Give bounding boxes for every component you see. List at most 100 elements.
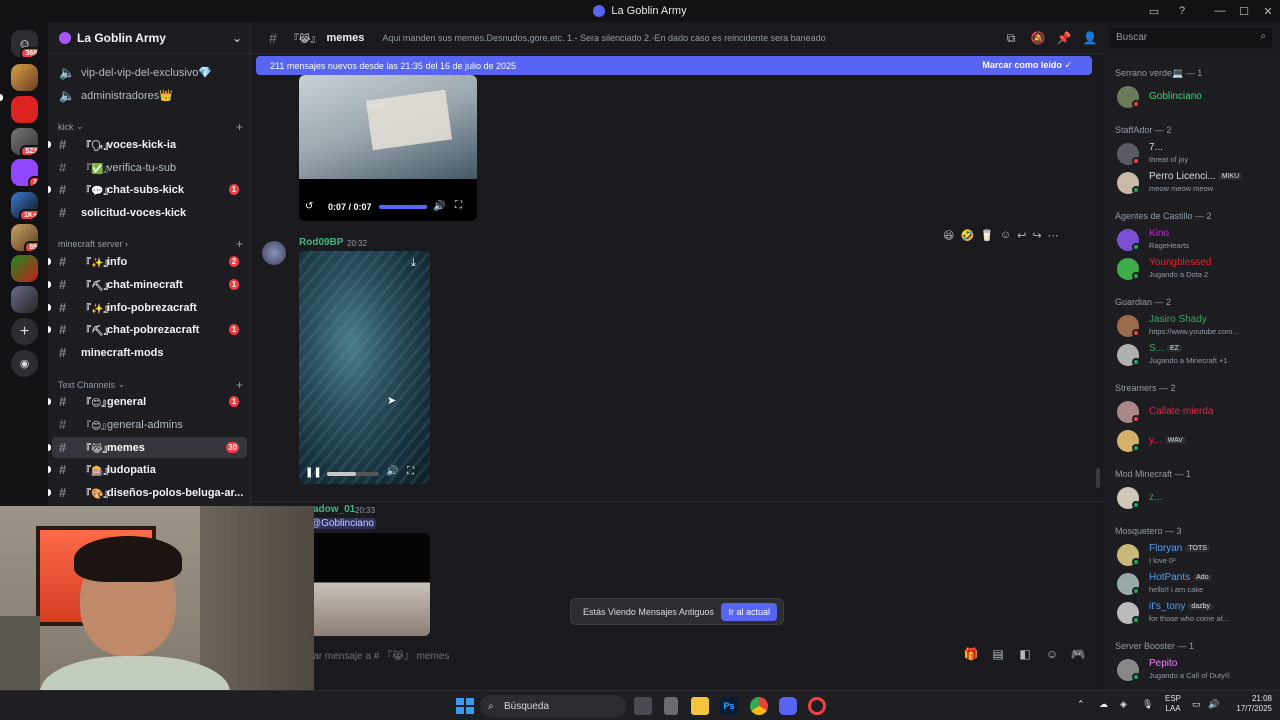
jump-to-present-button[interactable]: Ir al actual xyxy=(721,603,777,621)
volume-icon[interactable]: 🔊 xyxy=(386,466,398,477)
server-icon[interactable] xyxy=(11,96,38,123)
gift-icon[interactable]: 🎁 xyxy=(963,646,979,662)
search-input[interactable]: Buscar ⌕ xyxy=(1110,28,1272,48)
pin-icon[interactable]: 📌 xyxy=(1056,30,1072,46)
channel-general-admins[interactable]: # 『😊』 general-admins xyxy=(48,414,251,435)
channel-solicitud-voces-kick[interactable]: # solicitud-voces-kick xyxy=(48,202,251,223)
member-item[interactable]: Youngblessed Jugando a Dota 2 xyxy=(1117,256,1277,282)
discord-taskbar-icon[interactable] xyxy=(779,697,797,715)
microphone-icon[interactable]: 🎙 xyxy=(1142,699,1153,710)
help-icon[interactable]: ? xyxy=(1170,0,1194,22)
guild-header[interactable]: La Goblin Army ⌄ xyxy=(48,22,250,54)
maximize-button[interactable]: ☐ xyxy=(1232,0,1256,22)
channel-verifica-tu-sub[interactable]: # 『✅』 verifica-tu-sub xyxy=(48,157,251,178)
network-icon[interactable]: ▭ xyxy=(1192,699,1201,710)
member-item[interactable]: z... xyxy=(1117,485,1277,511)
category-text-channels[interactable]: Text Channels ⌄ + xyxy=(58,378,243,392)
more-icon[interactable]: ⋯ xyxy=(1048,229,1059,242)
server-icon[interactable] xyxy=(11,64,38,91)
clock[interactable]: 21:08 17/7/2025 xyxy=(1226,694,1272,714)
channel-disenos-polos[interactable]: # 『🎨』 diseños-polos-beluga-ar... xyxy=(48,482,251,503)
tray-app-icon[interactable]: ☁ xyxy=(1099,699,1108,710)
chevron-down-icon[interactable]: ⌄ xyxy=(232,31,242,45)
scrollbar-thumb[interactable] xyxy=(1096,468,1100,488)
member-item[interactable]: Pepito Jugando a Call of Duty® xyxy=(1117,657,1277,683)
minimize-button[interactable]: — xyxy=(1208,0,1232,22)
twitch-server-icon[interactable]: 3 xyxy=(11,159,38,186)
channel-ludopatia[interactable]: # 『🎰』 ludopatia xyxy=(48,459,251,480)
member-item[interactable]: Callate mierda xyxy=(1117,399,1277,425)
category-kick[interactable]: kick ⌄ + xyxy=(58,120,243,134)
member-item[interactable]: Perro Licenci... MIKU meow meow meow xyxy=(1117,170,1277,196)
task-view-icon[interactable] xyxy=(634,697,652,715)
reaction-laughing[interactable]: 😆 xyxy=(943,229,954,242)
reaction-rofl[interactable]: 🤣 xyxy=(960,229,974,242)
add-channel-icon[interactable]: + xyxy=(236,237,243,251)
server-icon[interactable] xyxy=(11,286,38,313)
channel-item[interactable]: 🔈 vip-del-vip-del-exclusivo💎 xyxy=(48,62,251,83)
member-item[interactable]: S... EZ Jugando a Minecraft +1 xyxy=(1117,342,1277,368)
member-item[interactable]: it's_tony dazby for those who come af... xyxy=(1117,600,1277,626)
member-item[interactable]: Goblinciano xyxy=(1117,84,1277,110)
windows-start-icon[interactable] xyxy=(455,697,474,715)
member-item[interactable]: Kino RageHearts xyxy=(1117,227,1277,253)
channel-general[interactable]: # 『😊』 general 1 xyxy=(48,391,251,412)
channel-chat-minecraft[interactable]: # 『⛏』 chat-minecraft 1 xyxy=(48,274,251,295)
reply-icon[interactable]: ↩ xyxy=(1017,229,1026,242)
member-item[interactable]: y... WAV xyxy=(1117,428,1277,454)
add-server-icon[interactable]: + xyxy=(11,318,38,345)
emoji-icon[interactable]: ☺ xyxy=(1044,646,1060,662)
channel-info[interactable]: # 『✨』 info 2 xyxy=(48,251,251,272)
member-item[interactable]: 7... threat of joy xyxy=(1117,141,1277,167)
category-minecraft-server[interactable]: minecraft server › + xyxy=(58,237,243,251)
chevron-up-icon[interactable]: ⌃ xyxy=(1077,699,1085,710)
channel-minecraft-mods[interactable]: # minecraft-mods xyxy=(48,342,251,363)
message-author[interactable]: adow_01 xyxy=(313,504,355,515)
channel-topic[interactable]: Aqui manden sus memes.Desnudos,gore,etc.… xyxy=(382,33,825,43)
language-indicator[interactable]: ESP LAA xyxy=(1165,694,1181,714)
volume-icon[interactable]: 🔊 xyxy=(1208,699,1219,710)
gif-icon[interactable]: ▤ xyxy=(990,646,1006,662)
inbox-icon[interactable]: ▭ xyxy=(1142,0,1166,22)
apps-icon[interactable]: 🎮 xyxy=(1070,646,1086,662)
mark-as-read-button[interactable]: Marcar como leído ✓ xyxy=(982,60,1072,71)
add-channel-icon[interactable]: + xyxy=(236,120,243,134)
channel-chat-pobrezacraft[interactable]: # 『⛏』 chat-pobrezacraft 1 xyxy=(48,319,251,340)
server-icon[interactable]: 1K+ xyxy=(11,192,38,219)
member-item[interactable]: Floryan TOTS I love 0² xyxy=(1117,542,1277,568)
video-attachment[interactable] xyxy=(299,251,430,484)
reaction-icon[interactable]: 🥛 xyxy=(980,229,994,242)
channel-info-pobrezacraft[interactable]: # 『✨』 info-pobrezacraft xyxy=(48,297,251,318)
server-icon[interactable]: 89 xyxy=(11,224,38,251)
fullscreen-icon[interactable]: ⛶ xyxy=(407,466,414,477)
channel-item[interactable]: 🔈 administradores👑 xyxy=(48,85,251,106)
add-channel-icon[interactable]: + xyxy=(236,378,243,392)
notification-mute-icon[interactable]: 🔕 xyxy=(1030,30,1046,46)
video-progress[interactable] xyxy=(379,205,427,209)
channel-chat-subs-kick[interactable]: # 『💬』 chat-subs-kick 1 xyxy=(48,179,251,200)
discover-icon[interactable]: ◉ xyxy=(11,350,38,377)
discord-home-icon[interactable]: ☺ 369 xyxy=(11,30,38,57)
chrome-icon[interactable] xyxy=(750,697,768,715)
sticker-icon[interactable]: ◧ xyxy=(1017,646,1033,662)
add-reaction-icon[interactable]: ☺ xyxy=(1000,229,1011,241)
download-icon[interactable]: ⤓ xyxy=(411,257,416,270)
user-mention[interactable]: @Goblinciano xyxy=(309,518,376,529)
pause-icon[interactable]: ❚❚ xyxy=(305,467,322,478)
new-messages-bar[interactable]: 211 mensajes nuevos desde las 21:35 del … xyxy=(256,56,1092,75)
volume-icon[interactable]: 🔊 xyxy=(433,201,445,212)
replay-icon[interactable]: ↺ xyxy=(305,201,313,212)
fullscreen-icon[interactable]: ⛶ xyxy=(455,200,462,211)
tray-app-icon[interactable]: ◈ xyxy=(1120,699,1127,710)
photoshop-icon[interactable]: Ps xyxy=(720,697,738,715)
taskbar-search[interactable]: ⌕ Búsqueda xyxy=(480,695,626,717)
app-icon[interactable] xyxy=(664,697,678,715)
channel-voces-kick-ia[interactable]: # 『🗣』 voces-kick-ia xyxy=(48,134,251,155)
app-icon[interactable] xyxy=(808,697,826,715)
message-author[interactable]: Rod09BP xyxy=(299,237,343,248)
close-button[interactable]: ✕ xyxy=(1256,0,1280,22)
threads-icon[interactable]: ⧉ xyxy=(1003,30,1019,46)
channel-memes[interactable]: # 『😹』 memes 30 xyxy=(48,437,247,458)
file-explorer-icon[interactable] xyxy=(691,697,709,715)
forward-icon[interactable]: ↪ xyxy=(1032,229,1041,242)
